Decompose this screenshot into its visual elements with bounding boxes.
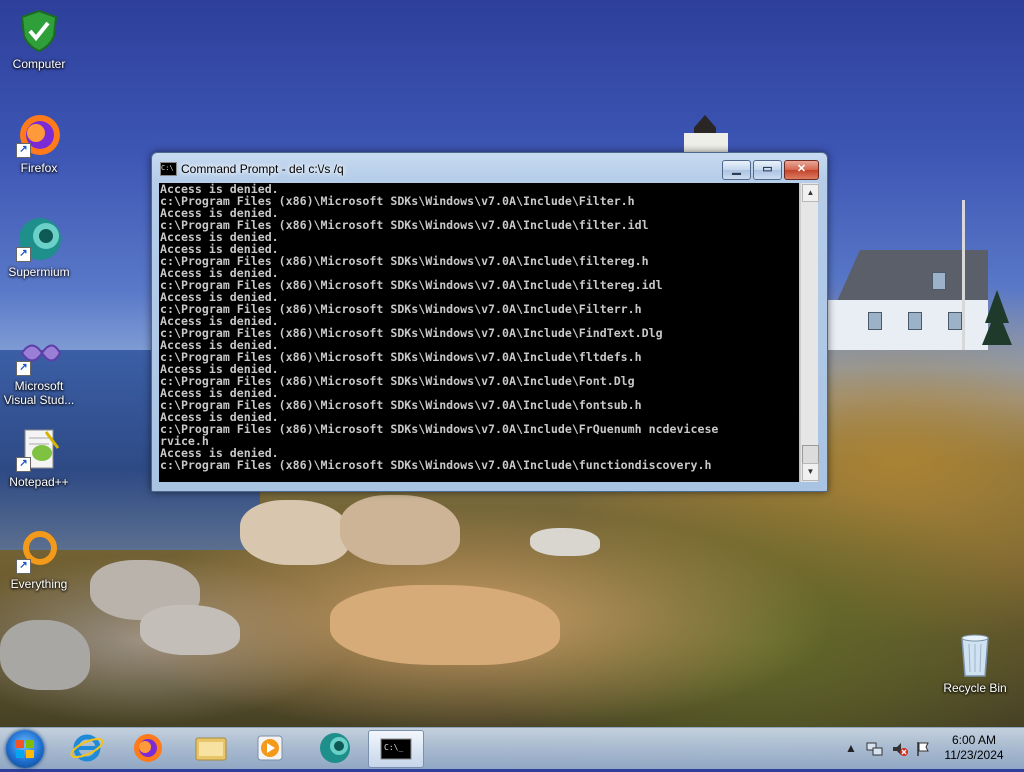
action-center-flag-icon[interactable] <box>915 741 931 760</box>
taskbar-internet-explorer[interactable] <box>60 730 114 766</box>
notepadpp-icon: ↗ <box>16 426 62 472</box>
taskbar-supermium[interactable] <box>308 730 362 766</box>
desktop-icon-notepadpp[interactable]: ↗ Notepad++ <box>1 426 77 489</box>
command-prompt-icon: C:\_ <box>380 738 412 760</box>
taskbar: C:\_ ▲ 6:00 AM 11/23/2024 <box>0 727 1024 769</box>
desktop-icon-label: Microsoft Visual Stud... <box>3 379 75 407</box>
network-icon[interactable] <box>866 741 884 760</box>
scrollbar-thumb[interactable] <box>802 445 819 465</box>
wallpaper-flagpole <box>962 200 965 350</box>
desktop-icon-label: Computer <box>12 57 66 71</box>
vertical-scrollbar[interactable]: ▲ ▼ <box>800 183 819 482</box>
desktop-icon-visual-studio[interactable]: ↗ Microsoft Visual Stud... <box>1 330 77 407</box>
console-output[interactable]: Access is denied. c:\Program Files (x86)… <box>159 183 799 482</box>
wallpaper-lighthouse <box>680 105 730 157</box>
wallpaper-rock <box>330 585 560 665</box>
taskbar-firefox[interactable] <box>121 730 175 766</box>
maximize-button[interactable]: ▭ <box>753 160 782 180</box>
taskbar-media-player[interactable] <box>243 730 297 766</box>
taskbar-command-prompt[interactable]: C:\_ <box>368 730 424 768</box>
shield-check-icon <box>16 8 62 54</box>
scroll-down-arrow-icon[interactable]: ▼ <box>802 463 819 481</box>
desktop-icon-recycle-bin[interactable]: Recycle Bin <box>937 632 1013 695</box>
supermium-icon: ↗ <box>16 216 62 262</box>
wallpaper-rock <box>140 605 240 655</box>
wallpaper-rock <box>530 528 600 556</box>
desktop-icon-label: Everything <box>10 577 68 591</box>
command-prompt-icon: C:\ <box>160 162 177 176</box>
firefox-icon <box>134 734 162 762</box>
window-title: Command Prompt - del c:\/s /q <box>181 162 344 176</box>
firefox-icon: ↗ <box>16 112 62 158</box>
everything-icon: ↗ <box>16 528 62 574</box>
internet-explorer-icon <box>70 734 104 762</box>
desktop-icon-label: Firefox <box>20 161 58 175</box>
desktop-icon-label: Notepad++ <box>9 475 69 489</box>
desktop-icon-label: Supermium <box>8 265 70 279</box>
visual-studio-icon: ↗ <box>16 330 62 376</box>
console-text: Access is denied. c:\Program Files (x86)… <box>160 183 719 472</box>
shortcut-arrow-icon: ↗ <box>16 457 31 472</box>
recycle-bin-icon <box>952 632 998 678</box>
taskbar-file-explorer[interactable] <box>184 730 238 766</box>
shortcut-arrow-icon: ↗ <box>16 559 31 574</box>
clock-time: 6:00 AM <box>951 733 997 747</box>
command-prompt-window[interactable]: C:\ Command Prompt - del c:\/s /q ▁ ▭ ✕ … <box>151 152 828 492</box>
volume-muted-icon[interactable] <box>891 741 909 760</box>
scroll-up-arrow-icon[interactable]: ▲ <box>802 184 819 202</box>
svg-text:C:\_: C:\_ <box>384 743 403 752</box>
shortcut-arrow-icon: ↗ <box>16 247 31 262</box>
desktop-icon-supermium[interactable]: ↗ Supermium <box>1 216 77 279</box>
supermium-icon <box>320 733 350 763</box>
desktop-icon-label: Recycle Bin <box>943 681 1007 695</box>
windows-logo-icon <box>16 740 34 758</box>
shortcut-arrow-icon: ↗ <box>16 143 31 158</box>
close-button[interactable]: ✕ <box>784 160 819 180</box>
desktop-icon-computer[interactable]: Computer <box>1 8 77 71</box>
wallpaper-rock <box>240 500 350 565</box>
media-player-icon <box>257 735 283 761</box>
wallpaper-rock <box>0 620 90 690</box>
minimize-button[interactable]: ▁ <box>722 160 751 180</box>
file-explorer-icon <box>195 737 227 761</box>
window-titlebar[interactable]: C:\ Command Prompt - del c:\/s /q ▁ ▭ ✕ <box>152 153 827 183</box>
start-button[interactable] <box>6 730 44 768</box>
wallpaper-rock <box>340 495 460 565</box>
desktop-icon-everything[interactable]: ↗ Everything <box>1 528 77 591</box>
system-clock[interactable]: 6:00 AM 11/23/2024 <box>940 733 1008 763</box>
desktop-icon-firefox[interactable]: ↗ Firefox <box>1 112 77 175</box>
clock-date: 11/23/2024 <box>944 748 1004 762</box>
shortcut-arrow-icon: ↗ <box>16 361 31 376</box>
show-hidden-icons-arrow-icon[interactable]: ▲ <box>845 741 857 755</box>
